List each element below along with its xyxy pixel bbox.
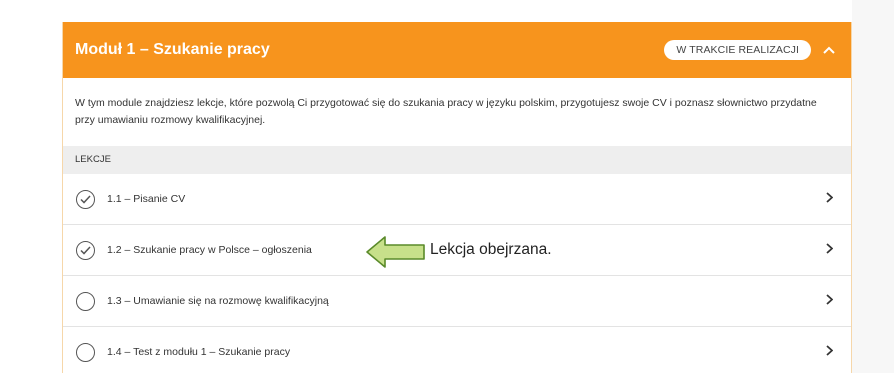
right-background [852,0,894,373]
left-arrow-icon [366,235,426,274]
empty-circle-icon [76,342,95,362]
lesson-row-1-1[interactable]: 1.1 – Pisanie CV [63,174,851,225]
page: Moduł 1 – Szukanie pracy W TRAKCIE REALI… [0,0,894,373]
module-card: Moduł 1 – Szukanie pracy W TRAKCIE REALI… [62,22,852,373]
annotation-text: Lekcja obejrzana. [430,241,552,258]
chevron-right-icon[interactable] [826,343,834,361]
module-title: Moduł 1 – Szukanie pracy [75,41,270,58]
lessons-section-header: LEKCJE [63,146,851,174]
check-circle-icon [76,189,95,209]
lesson-label: 1.1 – Pisanie CV [107,193,186,205]
lesson-label: 1.3 – Umawianie się na rozmowę kwalifika… [107,295,329,307]
left-gutter [0,0,62,373]
status-badge: W TRAKCIE REALIZACJI [664,40,811,60]
check-circle-icon [76,240,95,260]
lesson-label: 1.2 – Szukanie pracy w Polsce – ogłoszen… [107,244,312,256]
chevron-right-icon[interactable] [826,241,834,259]
chevron-right-icon[interactable] [826,292,834,310]
chevron-right-icon[interactable] [826,190,834,208]
lesson-label: 1.4 – Test z modułu 1 – Szukanie pracy [107,346,291,358]
empty-circle-icon [76,291,95,311]
lesson-row-1-4[interactable]: 1.4 – Test z modułu 1 – Szukanie pracy [63,327,851,373]
lesson-row-1-3[interactable]: 1.3 – Umawianie się na rozmowę kwalifika… [63,276,851,327]
chevron-up-icon[interactable] [819,40,839,60]
module-header[interactable]: Moduł 1 – Szukanie pracy W TRAKCIE REALI… [63,22,851,78]
